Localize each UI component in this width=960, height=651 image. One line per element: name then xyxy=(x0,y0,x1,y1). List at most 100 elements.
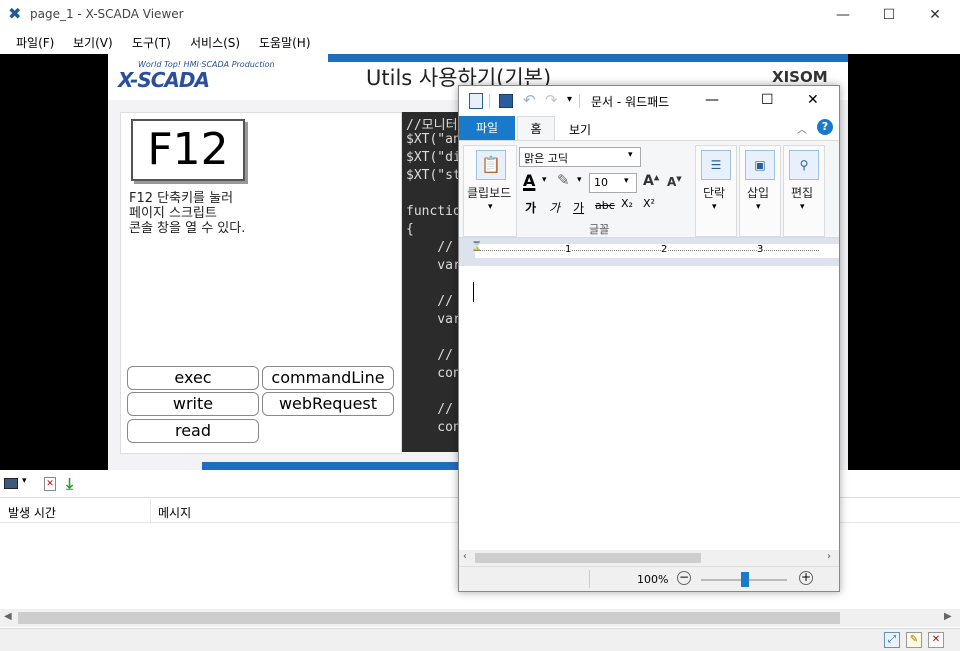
subscript-button[interactable]: X₂ xyxy=(621,197,633,210)
column-time[interactable]: 발생 시간 xyxy=(8,504,56,521)
strikethrough-button[interactable]: abc xyxy=(595,199,615,212)
quick-access-dropdown-icon[interactable]: ▾ xyxy=(567,94,572,105)
network-status-icon[interactable]: ⤢ xyxy=(884,632,900,648)
ruler-ticks xyxy=(479,250,819,251)
italic-button[interactable]: 가 xyxy=(549,199,560,216)
f12-description: F12 단축키를 눌러 페이지 스크립트 콘솔 창을 열 수 있다. xyxy=(129,191,246,236)
exec-button[interactable]: exec xyxy=(127,366,259,390)
insert-label[interactable]: 삽입 xyxy=(747,184,769,201)
code-line: { xyxy=(406,222,414,237)
edit-group: ⚲ 편집 ▾ xyxy=(783,145,825,237)
font-name-value: 맑은 고딕 xyxy=(524,152,568,165)
wordpad-status-bar: 100% − + xyxy=(459,566,839,591)
ruler-mark: 3 xyxy=(757,244,764,255)
close-button[interactable]: ✕ xyxy=(912,0,958,30)
ruler[interactable]: ⌛ 1 2 3 xyxy=(459,238,839,266)
wordpad-minimize-button[interactable]: — xyxy=(705,92,719,108)
wordpad-title-bar: ↶ ↷ ▾ 문서 - 워드패드 — ☐ ✕ xyxy=(459,86,839,116)
footer-accent-bar xyxy=(202,462,502,470)
highlight-dropdown-icon[interactable]: ▾ xyxy=(577,175,582,185)
code-line: // xyxy=(406,294,453,309)
menu-bar: 파일(F) 보기(V) 도구(T) 서비스(S) 도움말(H) xyxy=(0,30,960,54)
wordpad-maximize-button[interactable]: ☐ xyxy=(761,92,774,108)
ruler-mark: 1 xyxy=(565,244,572,255)
menu-help[interactable]: 도움말(H) xyxy=(259,34,311,51)
scroll-right-icon[interactable]: › xyxy=(827,551,831,562)
font-name-select[interactable]: 맑은 고딕 ▾ xyxy=(519,147,641,167)
menu-tools[interactable]: 도구(T) xyxy=(132,34,171,51)
underline-button[interactable]: 가 xyxy=(573,199,584,216)
wordpad-window: ↶ ↷ ▾ 문서 - 워드패드 — ☐ ✕ 파일 홈 보기 ︿ ? 📋 클립보드… xyxy=(458,85,840,592)
wordpad-horizontal-scrollbar[interactable]: ‹ › xyxy=(459,550,839,566)
scroll-left-icon[interactable]: ◀ xyxy=(4,611,12,622)
tab-home[interactable]: 홈 xyxy=(517,116,555,141)
monitor-icon[interactable] xyxy=(4,478,18,489)
log-horizontal-scrollbar[interactable]: ◀ ▶ xyxy=(0,609,960,627)
column-message[interactable]: 메시지 xyxy=(158,504,191,521)
clear-log-icon[interactable]: ✕ xyxy=(44,477,56,491)
paragraph-label[interactable]: 단락 xyxy=(703,184,725,201)
error-status-icon[interactable]: ✕ xyxy=(928,632,944,648)
collapse-ribbon-icon[interactable]: ︿ xyxy=(797,121,807,136)
document-area[interactable] xyxy=(459,266,839,550)
font-color-dropdown-icon[interactable]: ▾ xyxy=(542,175,547,185)
font-size-select[interactable]: 10 ▾ xyxy=(589,173,637,193)
scroll-right-icon[interactable]: ▶ xyxy=(944,611,952,622)
maximize-button[interactable]: ☐ xyxy=(866,0,912,30)
document-status-icon[interactable]: ✎ xyxy=(906,632,922,648)
redo-icon[interactable]: ↷ xyxy=(545,91,558,109)
column-divider[interactable] xyxy=(150,499,151,523)
font-color-icon[interactable]: A xyxy=(523,171,535,190)
bold-button[interactable]: 가 xyxy=(525,199,536,216)
edit-dropdown-icon[interactable]: ▾ xyxy=(800,202,805,212)
binoculars-icon[interactable]: ⚲ xyxy=(789,150,819,180)
edit-label[interactable]: 편집 xyxy=(791,184,813,201)
xscada-app-icon: ✖ xyxy=(8,4,22,23)
code-line: $XT("st xyxy=(406,168,458,183)
zoom-out-icon[interactable]: − xyxy=(677,571,691,585)
tab-view[interactable]: 보기 xyxy=(569,121,591,138)
title-bar: ✖ page_1 - X-SCADA Viewer — ☐ ✕ xyxy=(0,0,960,30)
scrollbar-thumb[interactable] xyxy=(18,612,840,624)
zoom-slider-thumb[interactable] xyxy=(741,572,749,587)
paragraph-dropdown-icon[interactable]: ▾ xyxy=(712,202,717,212)
insert-group: ▣ 삽입 ▾ xyxy=(739,145,781,237)
wordpad-close-button[interactable]: ✕ xyxy=(807,92,819,108)
commandline-button[interactable]: commandLine xyxy=(262,366,394,390)
ribbon: 📋 클립보드 ▾ 맑은 고딕 ▾ A ▾ ✎ ▾ 10 ▾ A▲ A▼ 가 가 … xyxy=(459,140,839,238)
paste-icon[interactable]: 📋 xyxy=(476,150,506,180)
zoom-in-icon[interactable]: + xyxy=(799,571,813,585)
scroll-left-icon[interactable]: ‹ xyxy=(463,551,467,562)
insert-dropdown-icon[interactable]: ▾ xyxy=(756,202,761,212)
code-line: $XT("an xyxy=(406,132,458,147)
write-button[interactable]: write xyxy=(127,392,259,416)
save-icon[interactable] xyxy=(499,94,513,108)
download-log-icon[interactable]: ⤓ xyxy=(66,474,73,494)
superscript-button[interactable]: X² xyxy=(643,197,655,210)
picture-icon[interactable]: ▣ xyxy=(745,150,775,180)
webrequest-button[interactable]: webRequest xyxy=(262,392,394,416)
clipboard-dropdown-icon[interactable]: ▾ xyxy=(488,202,493,212)
ruler-scale: ⌛ 1 2 3 xyxy=(471,242,839,258)
dropdown-arrow-icon[interactable]: ▾ xyxy=(22,476,27,486)
font-size-value: 10 xyxy=(594,176,608,189)
highlight-icon[interactable]: ✎ xyxy=(557,171,570,189)
minimize-button[interactable]: — xyxy=(820,0,866,30)
ribbon-tabs: 파일 홈 보기 ︿ ? xyxy=(459,116,839,141)
help-icon[interactable]: ? xyxy=(817,119,833,135)
wordpad-app-icon xyxy=(469,93,483,109)
shrink-font-icon[interactable]: A▼ xyxy=(667,175,682,189)
scrollbar-thumb[interactable] xyxy=(475,553,701,563)
paragraph-group: ☰ 단락 ▾ xyxy=(695,145,737,237)
menu-file[interactable]: 파일(F) xyxy=(16,34,54,51)
divider xyxy=(589,570,590,588)
grow-font-icon[interactable]: A▲ xyxy=(643,173,659,189)
menu-services[interactable]: 서비스(S) xyxy=(190,34,240,51)
clipboard-label[interactable]: 클립보드 xyxy=(467,184,511,201)
undo-icon[interactable]: ↶ xyxy=(523,91,536,109)
ruler-mark: 2 xyxy=(661,244,668,255)
paragraph-icon[interactable]: ☰ xyxy=(701,150,731,180)
tab-file[interactable]: 파일 xyxy=(459,116,515,140)
menu-view[interactable]: 보기(V) xyxy=(73,34,113,51)
read-button[interactable]: read xyxy=(127,419,259,443)
